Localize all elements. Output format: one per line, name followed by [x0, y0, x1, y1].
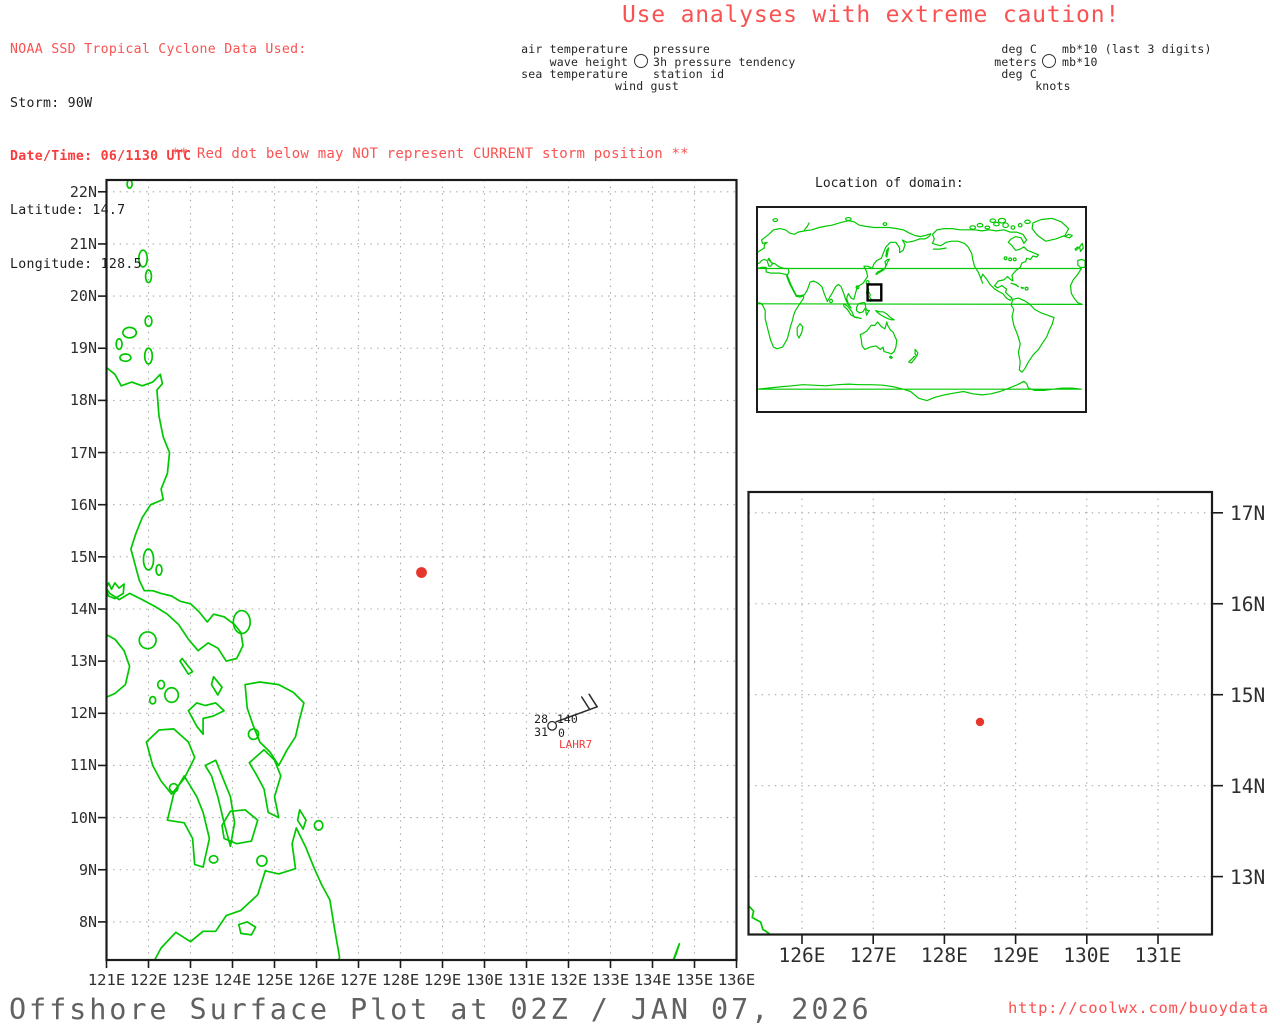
main-map-y-tick-label: 13N [69, 652, 97, 671]
storm-info-title: NOAA SSD Tropical Cyclone Data Used: [10, 41, 307, 57]
main-map-x-tick-label: 134E [633, 971, 672, 989]
storm-position-dot [416, 567, 427, 578]
zoom-map-x-tick-label: 128E [920, 944, 968, 967]
storm-longitude-line: Longitude: 128.5 [10, 256, 142, 272]
storm-latitude-line: Latitude: 14.7 [10, 202, 126, 218]
station-model-circle-icon [634, 54, 648, 68]
zoom-map-x-tick-label: 130E [1063, 944, 1111, 967]
main-map-x-tick-label: 132E [549, 971, 588, 989]
main-map-x-tick-label: 130E [465, 971, 504, 989]
main-map-x-tick-label: 131E [507, 971, 546, 989]
main-map-x-tick-label: 133E [591, 971, 630, 989]
main-map-x-tick-label: 128E [381, 971, 420, 989]
main-map-y-tick-label: 15N [69, 547, 97, 566]
main-map-y-tick-label: 22N [69, 182, 97, 201]
main-map-y-tick-label: 14N [69, 600, 97, 618]
zoom-map-y-tick-label: 16N [1230, 593, 1266, 617]
storm-position-warning: ** Red dot below may NOT represent CURRE… [171, 146, 689, 162]
storm-position-dot-zoom [975, 717, 985, 727]
main-map-y-tick-label: 17N [69, 443, 97, 462]
main-map-y-tick-label: 20N [69, 287, 97, 306]
main-map-y-tick-label: 12N [69, 704, 97, 723]
main-map-y-tick-label: 9N [78, 860, 97, 879]
zoom-map-y-tick-label: 15N [1230, 684, 1266, 708]
domain-map [756, 206, 1087, 413]
main-map-x-tick-label: 135E [675, 971, 714, 989]
station-pressure: 140 [557, 712, 578, 726]
station-id-label: LAHR7 [559, 737, 593, 751]
zoom-map-x-tick-label: 127E [849, 944, 897, 967]
main-map-x-tick-label: 126E [297, 971, 336, 989]
main-map-y-tick-label: 8N [78, 912, 97, 931]
zoom-map-y-tick-label: 17N [1230, 502, 1266, 526]
plot-main-title: Offshore Surface Plot at 02Z / JAN 07, 2… [9, 993, 872, 1024]
main-map-y-tick-label: 11N [69, 756, 97, 775]
domain-map-title: Location of domain: [815, 176, 964, 191]
zoom-map-x-tick-label: 129E [992, 944, 1040, 967]
zoom-map-x-tick-label: 126E [778, 944, 826, 967]
unit-wind-gust: knots [1035, 78, 1071, 93]
main-map-x-tick-label: 136E [717, 971, 756, 989]
legend-wind-gust: wind gust [614, 78, 680, 93]
caution-headline: Use analyses with extreme caution! [622, 2, 1121, 28]
main-map-y-tick-label: 19N [69, 339, 97, 358]
main-map-x-tick-label: 125E [255, 971, 294, 989]
main-map-x-tick-label: 127E [339, 971, 378, 989]
main-map-x-tick-label: 122E [129, 971, 168, 989]
zoom-map-x-tick-label: 131E [1134, 944, 1182, 967]
zoom-map-y-tick-label: 13N [1230, 866, 1266, 890]
source-url: http://coolwx.com/buoydata [1008, 999, 1269, 1017]
main-map-y-tick-label: 10N [69, 808, 97, 827]
world-coastlines [757, 216, 1086, 402]
main-map-x-tick-label: 123E [171, 971, 210, 989]
main-map-y-tick-label: 21N [69, 234, 97, 253]
unit-pressure-tendency: mb*10 [1062, 54, 1098, 69]
main-map-y-tick-label: 16N [69, 495, 97, 514]
units-circle-icon [1042, 54, 1056, 68]
station-circle-icon [547, 720, 558, 731]
main-map-x-tick-label: 124E [213, 971, 252, 989]
station-sea-temperature: 31 [534, 724, 548, 739]
storm-id-line: Storm: 90W [10, 95, 93, 111]
main-map-x-tick-label: 121E [87, 971, 126, 989]
main-map-y-tick-label: 18N [69, 391, 97, 410]
main-map-x-tick-label: 129E [423, 971, 462, 989]
zoom-map [747, 490, 1223, 944]
zoom-map-y-tick-label: 14N [1230, 775, 1266, 799]
offshore-surface-plot-page: NOAA SSD Tropical Cyclone Data Used: Sto… [0, 0, 1280, 1024]
